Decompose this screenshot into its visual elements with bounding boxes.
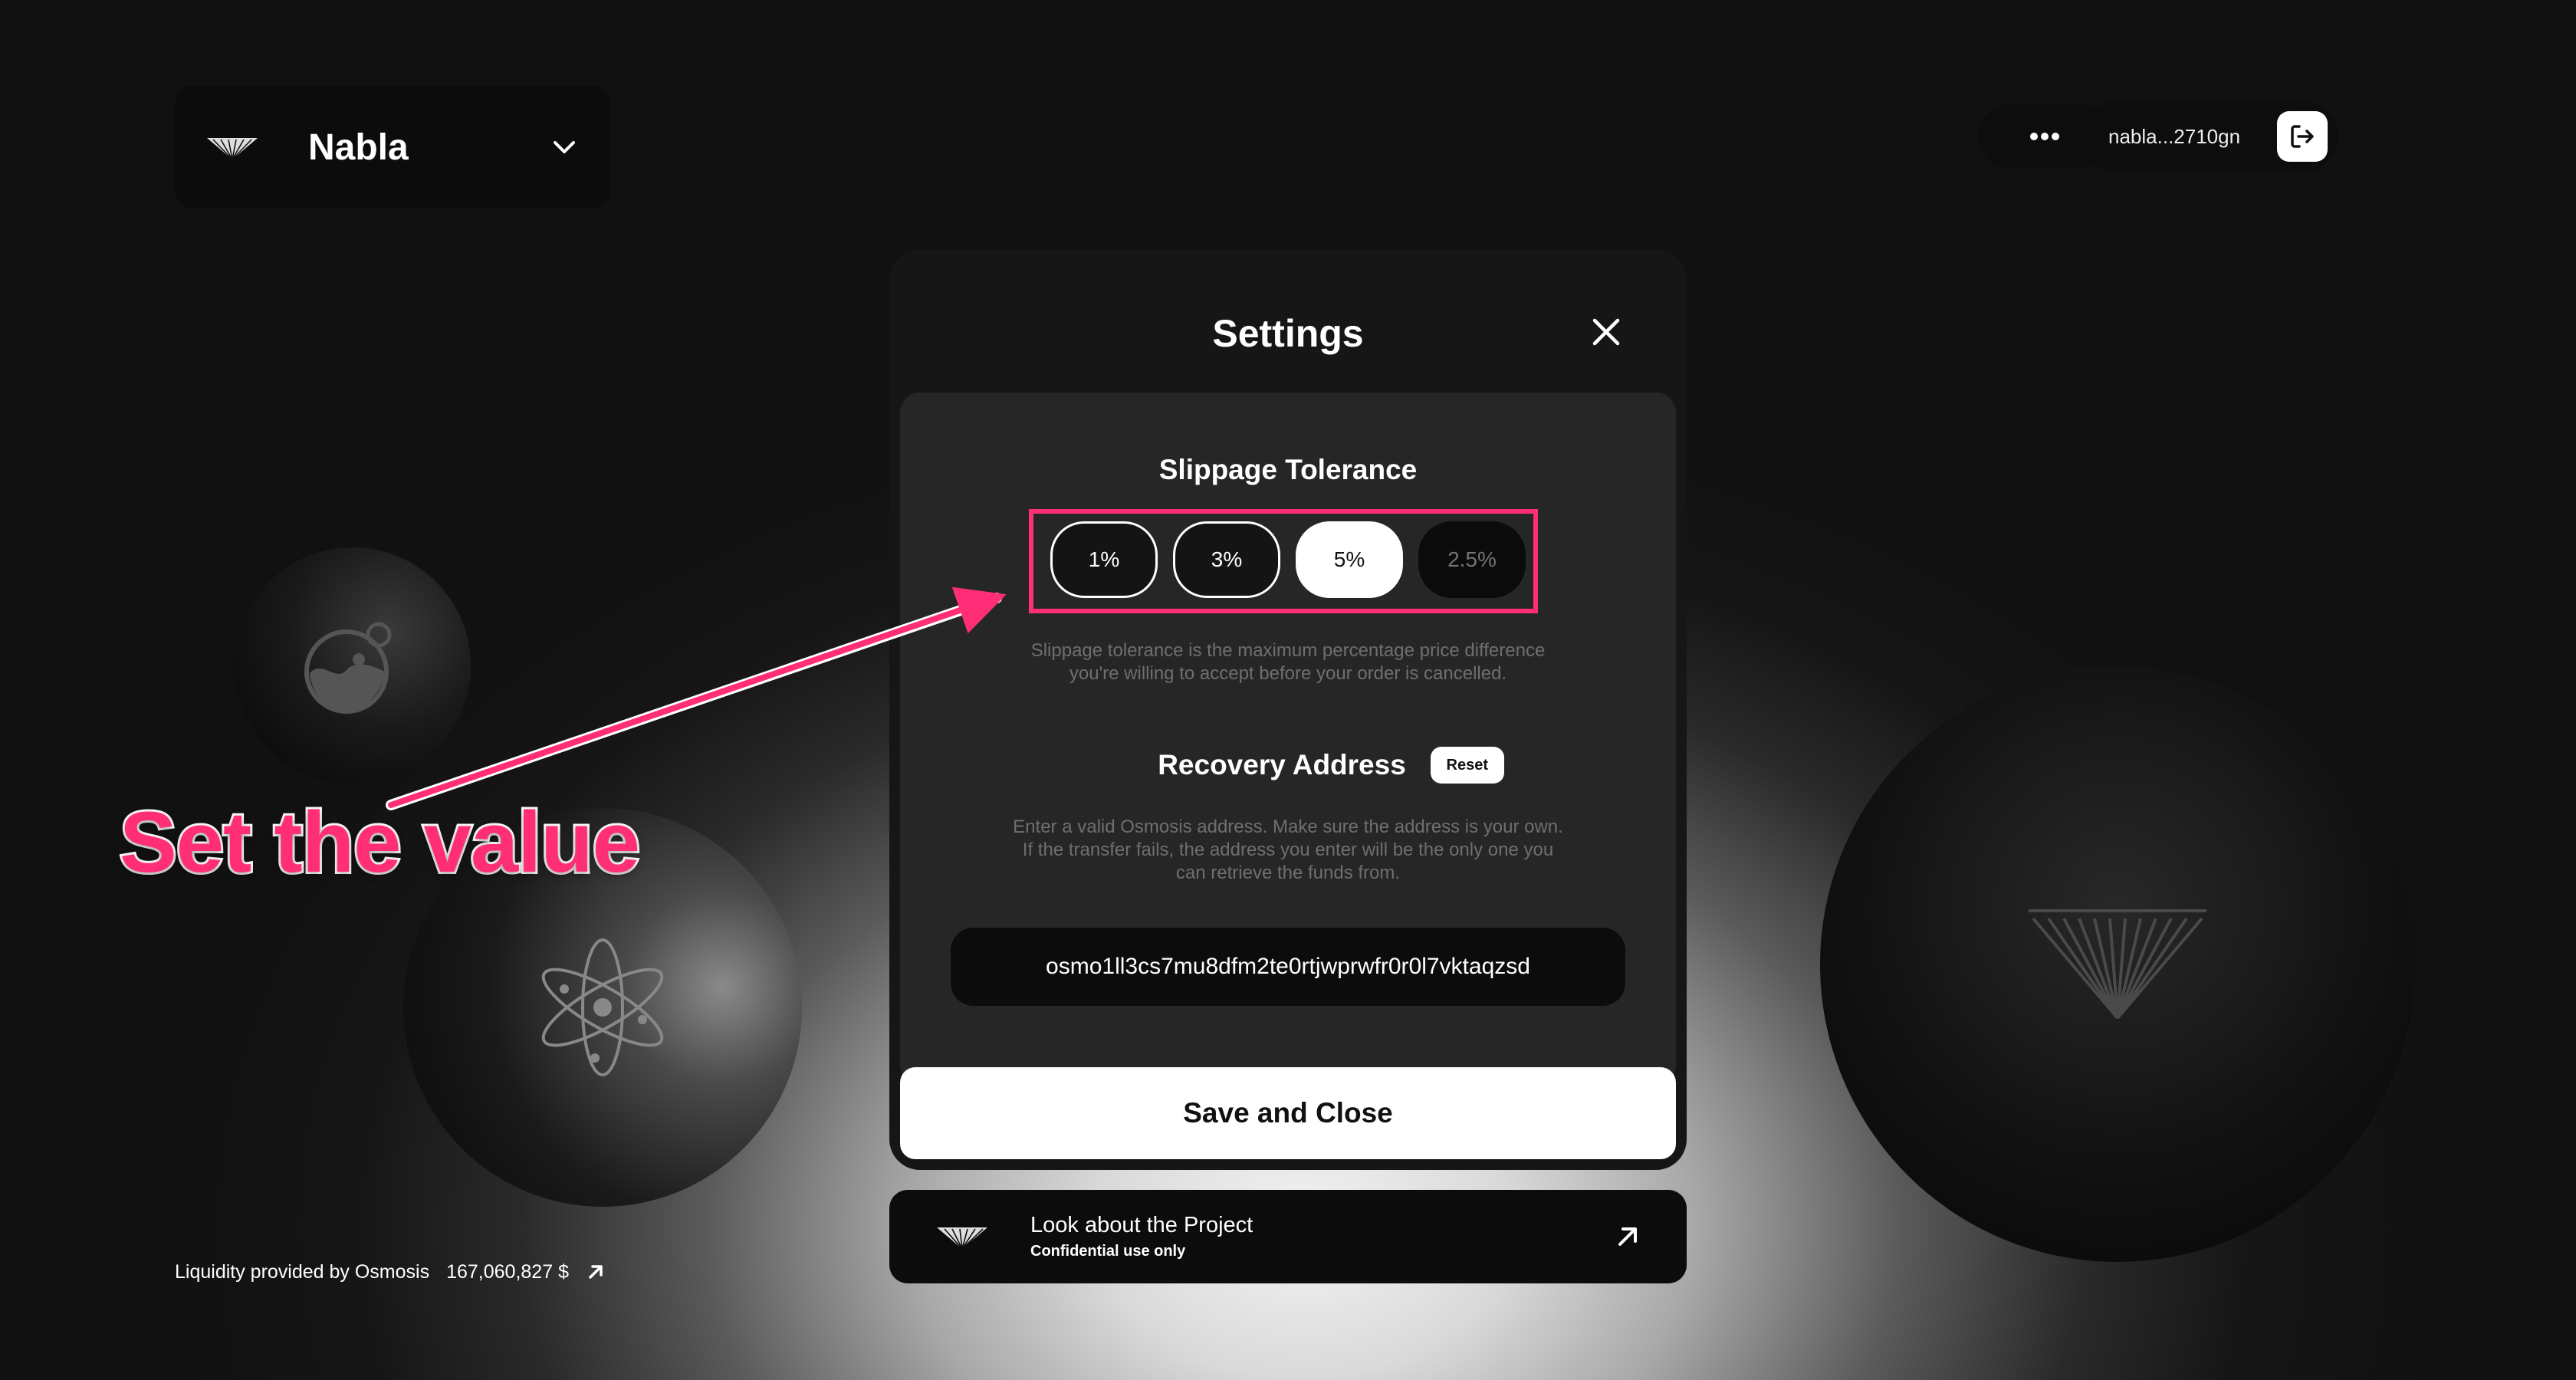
recovery-title: Recovery Address [1158,749,1406,780]
network-selector[interactable]: Nabla [175,86,610,209]
slippage-title: Slippage Tolerance [1158,454,1418,485]
more-dots-icon [2030,133,2059,140]
slippage-hint-line: Slippage tolerance is the maximum percen… [1030,640,1546,661]
nabla-logo-icon [937,1227,987,1250]
annotation-label: Set the value [117,792,642,892]
project-subtitle: Confidential use only [1030,1243,1186,1260]
logout-button[interactable] [2277,111,2328,162]
reset-button[interactable]: Reset [1430,747,1504,784]
modal-title: Settings [1212,312,1364,355]
liquidity-info: Liquidity provided by Osmosis 167,060,82… [175,1259,606,1285]
liquidity-label: Liquidity provided by Osmosis [175,1260,430,1283]
recovery-hint-line: If the transfer fails, the address you e… [1022,840,1554,860]
settings-modal: Settings Slippage Tolerance 1% 3% 5% Sli… [889,250,1687,1170]
project-title: Look about the Project [1030,1213,1254,1237]
external-arrow-icon[interactable] [1615,1224,1641,1250]
network-name: Nabla [308,127,409,168]
logout-icon [2291,125,2314,148]
recovery-hint: Enter a valid Osmosis address. Make sure… [900,816,1676,885]
slippage-hint: Slippage tolerance is the maximum percen… [900,639,1676,685]
wallet-chip[interactable]: nabla...2710gn [2081,101,2338,172]
osmosis-coin [235,547,471,784]
save-and-close-button[interactable]: Save and Close [900,1067,1676,1159]
slippage-hint-line: you're willing to accept before your ord… [1069,663,1507,684]
liquidity-amount: 167,060,827 $ [446,1260,569,1283]
external-arrow-icon[interactable] [586,1262,606,1282]
wallet-address: nabla...2710gn [2108,124,2241,148]
nabla-logo-icon [207,138,258,160]
nabla-coin-icon [2029,909,2206,1020]
annotation-highlight-box [1029,509,1538,613]
cosmos-atom-icon [541,938,664,1076]
recovery-hint-line: Enter a valid Osmosis address. Make sure… [1013,816,1563,837]
chevron-down-icon [554,141,575,153]
recovery-address-input[interactable] [951,928,1625,1006]
recovery-hint-line: can retrieve the funds from. [1175,863,1401,883]
settings-panel: Slippage Tolerance 1% 3% 5% Slippage tol… [900,393,1676,1086]
project-text: Look about the Project Confidential use … [1030,1213,1615,1260]
close-icon[interactable] [1587,313,1625,351]
recovery-header: Recovery Address Reset [900,747,1676,784]
osmosis-coin-icon [304,622,392,714]
nabla-coin [1820,667,2415,1262]
project-link-card[interactable]: Look about the Project Confidential use … [889,1190,1687,1283]
